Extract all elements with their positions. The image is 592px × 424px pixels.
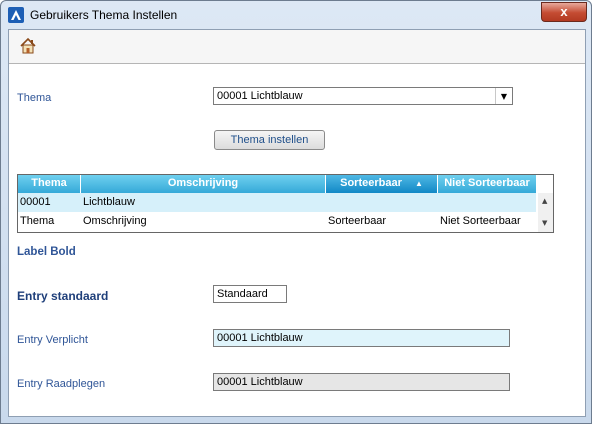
table-row[interactable]: 00001 Lichtblauw [18, 193, 536, 212]
cell-niet-sorteerbaar: Niet Sorteerbaar [440, 215, 521, 227]
column-header-thema[interactable]: Thema [18, 175, 81, 193]
scroll-down-icon[interactable]: ▼ [542, 219, 547, 227]
cell-sorteerbaar: Sorteerbaar [328, 215, 387, 227]
label-bold: Label Bold [17, 246, 76, 258]
table-row[interactable]: Thema Omschrijving Sorteerbaar Niet Sort… [18, 212, 536, 231]
entry-raadplegen-field: 00001 Lichtblauw [213, 373, 510, 391]
column-header-sorteerbaar-label: Sorteerbaar [340, 177, 402, 189]
cell-omschrijving: Omschrijving [83, 215, 147, 227]
thema-instellen-button[interactable]: Thema instellen [214, 130, 325, 150]
grid-scrollbar[interactable]: ▲ ▼ [538, 193, 553, 232]
scroll-up-icon[interactable]: ▲ [542, 197, 547, 205]
cell-thema: 00001 [20, 196, 51, 208]
sort-ascending-icon: ▲ [414, 179, 423, 188]
window: Gebruikers Thema Instellen x Thema 00001… [0, 0, 592, 424]
chevron-down-icon[interactable]: ▼ [495, 88, 512, 104]
entry-raadplegen-label: Entry Raadplegen [17, 378, 106, 390]
column-header-sorteerbaar[interactable]: Sorteerbaar ▲ [326, 175, 438, 193]
cell-thema: Thema [20, 215, 55, 227]
entry-standaard-field[interactable]: Standaard [213, 285, 287, 303]
entry-verplicht-label: Entry Verplicht [17, 334, 88, 346]
thema-label: Thema [17, 92, 52, 104]
toolbar [9, 30, 585, 64]
title-bar[interactable]: Gebruikers Thema Instellen x [1, 1, 591, 29]
column-header-niet-sorteerbaar[interactable]: Niet Sorteerbaar [438, 175, 536, 193]
window-title: Gebruikers Thema Instellen [30, 8, 178, 22]
thema-grid: Thema Omschrijving Sorteerbaar ▲ Niet So… [17, 174, 554, 233]
column-header-omschrijving[interactable]: Omschrijving [81, 175, 326, 193]
thema-select-value: 00001 Lichtblauw [217, 90, 303, 102]
entry-verplicht-field[interactable]: 00001 Lichtblauw [213, 329, 510, 347]
home-icon[interactable] [19, 37, 37, 55]
cell-omschrijving: Lichtblauw [83, 196, 135, 208]
client-area: Thema 00001 Lichtblauw ▼ Thema instellen… [8, 29, 586, 417]
thema-select[interactable]: 00001 Lichtblauw ▼ [213, 87, 513, 105]
close-button[interactable]: x [541, 2, 587, 22]
app-icon [8, 7, 24, 23]
grid-header: Thema Omschrijving Sorteerbaar ▲ Niet So… [18, 175, 553, 193]
entry-standaard-label: Entry standaard [17, 289, 109, 303]
